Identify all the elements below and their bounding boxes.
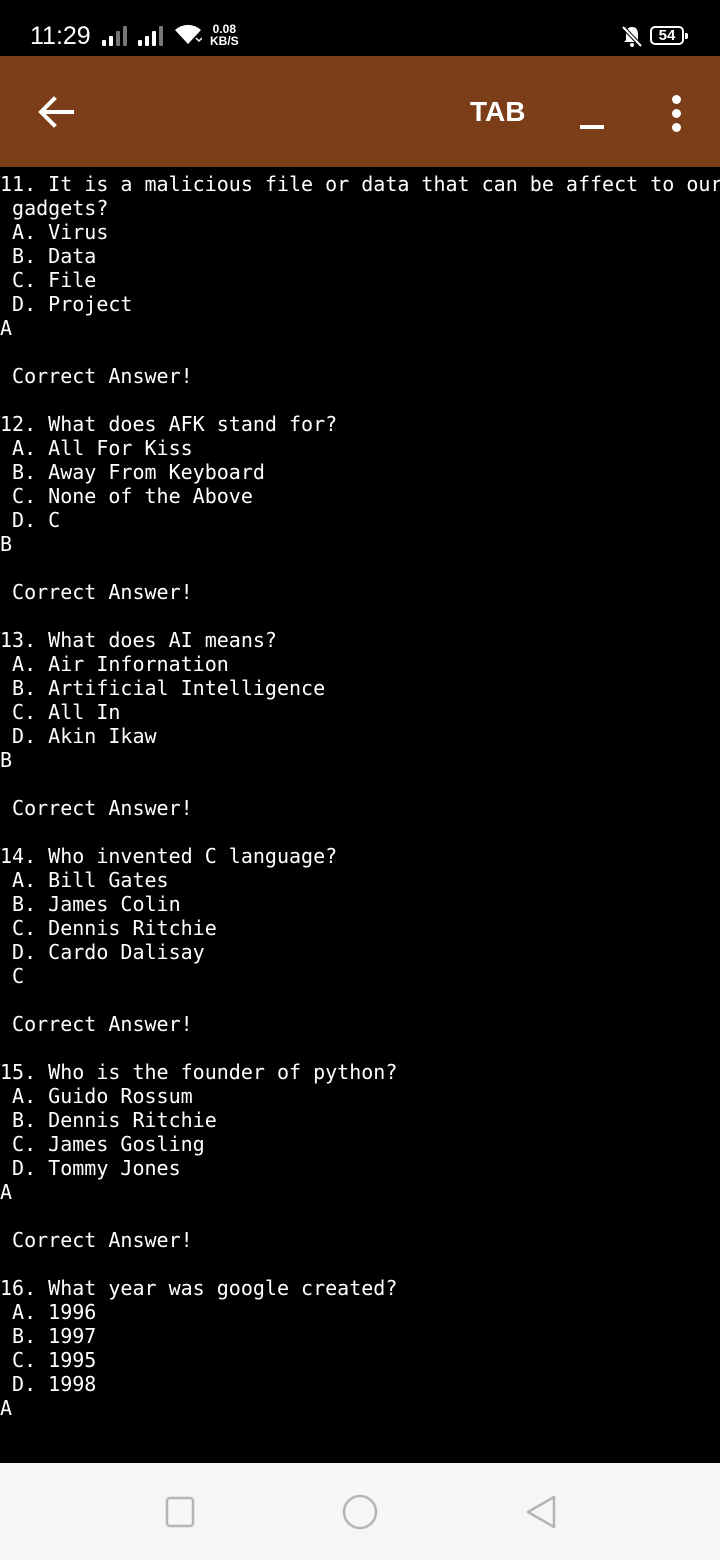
terminal-line: B. Dennis Ritchie <box>0 1108 217 1132</box>
terminal-line: D. Cardo Dalisay <box>0 940 205 964</box>
terminal-output[interactable]: 11. It is a malicious file or data that … <box>0 172 720 1462</box>
terminal-line: 13. What does AI means? <box>0 628 277 652</box>
terminal-line: B. Data <box>0 244 97 268</box>
terminal-line: C. All In <box>0 700 121 724</box>
terminal-line: A. All For Kiss <box>0 436 193 460</box>
terminal-line: D. 1998 <box>0 1372 97 1396</box>
terminal-line: 15. Who is the founder of python? <box>0 1060 398 1084</box>
wifi-icon <box>175 24 202 44</box>
terminal-line: D. Akin Ikaw <box>0 724 157 748</box>
terminal-line: C. None of the Above <box>0 484 253 508</box>
terminal-line: C. File <box>0 268 97 292</box>
terminal-line: A. Air Infornation <box>0 652 229 676</box>
terminal-line: D. Project <box>0 292 133 316</box>
terminal-line: 11. It is a malicious file or data that … <box>0 172 720 196</box>
terminal-line: 14. Who invented C language? <box>0 844 338 868</box>
home-circle-icon[interactable] <box>340 1493 380 1531</box>
terminal-line: C. Dennis Ritchie <box>0 916 217 940</box>
terminal-line: Correct Answer! <box>0 580 193 604</box>
terminal-line: A <box>0 1396 13 1420</box>
terminal-line: A <box>0 1180 13 1204</box>
terminal-line: D. C <box>0 508 61 532</box>
terminal-line: Correct Answer! <box>0 796 193 820</box>
terminal-line: Correct Answer! <box>0 1012 193 1036</box>
terminal-line: Correct Answer! <box>0 1228 193 1252</box>
terminal-line: B <box>0 748 13 772</box>
back-triangle-icon[interactable] <box>520 1493 560 1531</box>
terminal-line: B <box>0 532 13 556</box>
recents-square-icon[interactable] <box>160 1493 200 1531</box>
terminal-line: B. James Colin <box>0 892 181 916</box>
terminal-line: B. Away From Keyboard <box>0 460 265 484</box>
terminal-line: A. 1996 <box>0 1300 97 1324</box>
terminal-line: A <box>0 316 13 340</box>
minimize-icon <box>580 125 604 129</box>
terminal-line: Correct Answer! <box>0 364 193 388</box>
network-speed-unit: KB/S <box>210 34 239 48</box>
signal-icon <box>102 24 132 46</box>
status-bar: 11:29 0.08 KB/S 54 <box>0 0 720 56</box>
terminal-line: D. Tommy Jones <box>0 1156 181 1180</box>
more-options-icon[interactable] <box>660 92 694 136</box>
status-time: 11:29 <box>30 22 91 50</box>
network-speed: 0.08 KB/S <box>210 23 239 47</box>
battery-indicator: 54 <box>650 26 688 45</box>
navigation-bar <box>0 1463 720 1560</box>
app-bar: TAB <box>0 56 720 167</box>
mute-bell-icon <box>621 25 643 48</box>
terminal-line: B. Artificial Intelligence <box>0 676 326 700</box>
terminal-line: C <box>0 964 25 988</box>
signal-icon <box>138 24 168 46</box>
terminal-line: C. 1995 <box>0 1348 97 1372</box>
tab-button[interactable]: TAB <box>470 94 525 130</box>
terminal-line: A. Guido Rossum <box>0 1084 193 1108</box>
terminal-line: 12. What does AFK stand for? <box>0 412 338 436</box>
terminal-line: A. Virus <box>0 220 109 244</box>
minimize-button[interactable] <box>570 96 614 136</box>
back-arrow-icon[interactable] <box>30 90 82 134</box>
terminal-line: C. James Gosling <box>0 1132 205 1156</box>
terminal-line: 16. What year was google created? <box>0 1276 398 1300</box>
terminal-line: B. 1997 <box>0 1324 97 1348</box>
terminal-line: gadgets? <box>0 196 109 220</box>
terminal-line: A. Bill Gates <box>0 868 169 892</box>
